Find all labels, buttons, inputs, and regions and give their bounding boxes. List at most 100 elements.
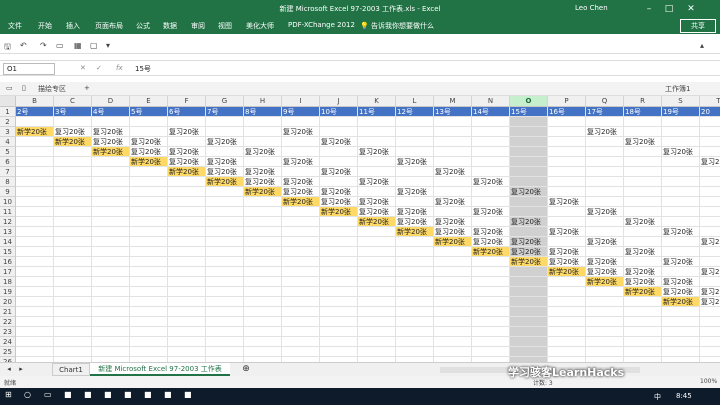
cell[interactable] — [92, 117, 130, 127]
cell[interactable] — [130, 307, 168, 317]
review-cell[interactable]: 复习20张 — [510, 187, 548, 197]
tab-insert[interactable]: 插入 — [66, 21, 80, 31]
cell[interactable] — [472, 317, 510, 327]
cell[interactable] — [434, 177, 472, 187]
cell[interactable] — [54, 257, 92, 267]
review-cell[interactable]: 复习20张 — [700, 287, 720, 297]
day-header-cell[interactable]: 19号 — [662, 107, 700, 117]
cell[interactable] — [130, 277, 168, 287]
cell[interactable] — [510, 127, 548, 137]
cell[interactable] — [624, 317, 662, 327]
cell[interactable] — [358, 257, 396, 267]
review-cell[interactable]: 复习20张 — [586, 237, 624, 247]
taskbar-app-icon[interactable]: ■ — [124, 390, 132, 399]
day-header-cell[interactable]: 20 — [700, 107, 720, 117]
review-cell[interactable]: 复习20张 — [472, 237, 510, 247]
review-cell[interactable]: 复习20张 — [282, 177, 320, 187]
cell[interactable] — [16, 137, 54, 147]
cell[interactable] — [282, 267, 320, 277]
cell[interactable] — [586, 197, 624, 207]
day-header-cell[interactable]: 17号 — [586, 107, 624, 117]
cell[interactable] — [282, 117, 320, 127]
cell[interactable] — [548, 347, 586, 357]
cell[interactable] — [434, 117, 472, 127]
cell[interactable] — [54, 207, 92, 217]
cell[interactable] — [16, 317, 54, 327]
cell[interactable] — [168, 247, 206, 257]
row-header-19[interactable]: 19 — [0, 287, 16, 297]
cell[interactable] — [16, 117, 54, 127]
cell[interactable] — [624, 207, 662, 217]
cell[interactable] — [130, 247, 168, 257]
review-cell[interactable]: 复习20张 — [548, 227, 586, 237]
cell[interactable] — [358, 187, 396, 197]
format-painter-icon[interactable]: ▦ — [74, 41, 82, 50]
cell[interactable] — [700, 207, 720, 217]
cell[interactable] — [16, 237, 54, 247]
cell[interactable] — [510, 117, 548, 127]
cell[interactable] — [624, 197, 662, 207]
cell[interactable] — [586, 317, 624, 327]
review-cell[interactable]: 复习20张 — [244, 147, 282, 157]
cell[interactable] — [54, 267, 92, 277]
row-header-5[interactable]: 5 — [0, 147, 16, 157]
cell[interactable] — [320, 217, 358, 227]
cell[interactable] — [244, 117, 282, 127]
cell[interactable] — [282, 337, 320, 347]
row-header-1[interactable]: 1 — [0, 107, 16, 117]
cell[interactable] — [472, 287, 510, 297]
cell[interactable] — [282, 257, 320, 267]
review-cell[interactable]: 复习20张 — [586, 257, 624, 267]
redo-icon[interactable]: ↷ — [40, 41, 47, 50]
cell[interactable] — [206, 297, 244, 307]
document-icon[interactable]: ▯ — [22, 84, 26, 92]
review-cell[interactable]: 复习20张 — [624, 137, 662, 147]
day-header-cell[interactable]: 14号 — [472, 107, 510, 117]
row-header-18[interactable]: 18 — [0, 277, 16, 287]
sheet-tab-chart1[interactable]: Chart1 — [52, 363, 90, 376]
cell[interactable] — [92, 317, 130, 327]
cell[interactable] — [624, 147, 662, 157]
cell[interactable] — [320, 147, 358, 157]
day-header-cell[interactable]: 10号 — [320, 107, 358, 117]
cell[interactable] — [244, 157, 282, 167]
cell[interactable] — [396, 277, 434, 287]
column-header-n[interactable]: N — [472, 96, 510, 107]
cell[interactable] — [358, 337, 396, 347]
scroll-left-icon[interactable]: ◂ — [4, 363, 14, 376]
cell[interactable] — [700, 177, 720, 187]
cell[interactable] — [92, 167, 130, 177]
review-cell[interactable]: 复习20张 — [282, 187, 320, 197]
review-cell[interactable]: 复习20张 — [472, 177, 510, 187]
cell[interactable] — [586, 287, 624, 297]
tab-review[interactable]: 审阅 — [191, 21, 205, 31]
cell[interactable] — [548, 157, 586, 167]
workbook-tab[interactable]: 描绘专区 — [38, 84, 66, 94]
border-icon[interactable]: ▢ — [90, 41, 98, 50]
cell[interactable] — [662, 167, 700, 177]
review-cell[interactable]: 复习20张 — [244, 177, 282, 187]
review-cell[interactable]: 复习20张 — [548, 197, 586, 207]
cell[interactable] — [130, 187, 168, 197]
name-box[interactable]: O1 — [3, 63, 55, 75]
cell[interactable] — [244, 347, 282, 357]
review-cell[interactable]: 复习20张 — [168, 127, 206, 137]
cell[interactable] — [700, 117, 720, 127]
cell[interactable] — [396, 247, 434, 257]
review-cell[interactable]: 复习20张 — [54, 127, 92, 137]
column-header-f[interactable]: F — [168, 96, 206, 107]
cell[interactable] — [16, 217, 54, 227]
cell[interactable] — [282, 277, 320, 287]
cell[interactable] — [472, 147, 510, 157]
cell[interactable] — [206, 317, 244, 327]
row-header-23[interactable]: 23 — [0, 327, 16, 337]
cell[interactable] — [396, 167, 434, 177]
cell[interactable] — [206, 117, 244, 127]
cell[interactable] — [586, 297, 624, 307]
cell[interactable] — [548, 137, 586, 147]
cell[interactable] — [396, 257, 434, 267]
row-header-13[interactable]: 13 — [0, 227, 16, 237]
review-cell[interactable]: 复习20张 — [434, 227, 472, 237]
cell[interactable] — [396, 267, 434, 277]
cell[interactable] — [92, 157, 130, 167]
